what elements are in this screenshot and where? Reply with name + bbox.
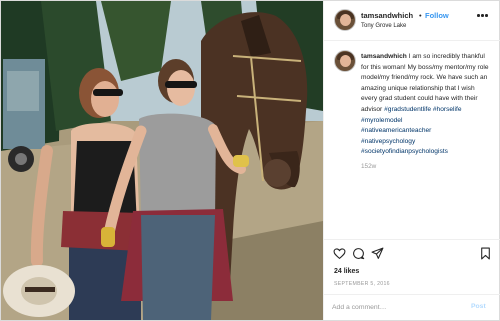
- post-comment-button[interactable]: Post: [471, 303, 486, 310]
- caption-timestamp[interactable]: 152w: [361, 162, 491, 173]
- comment-box: Post: [324, 294, 500, 320]
- heart-icon[interactable]: [333, 247, 346, 260]
- hashtag[interactable]: #nativeamericanteacher: [361, 126, 491, 137]
- hashtag[interactable]: #nativepsychology: [361, 137, 491, 148]
- avatar[interactable]: [334, 9, 356, 31]
- hashtag[interactable]: #gradstudentlife: [384, 106, 431, 113]
- hashtag[interactable]: #societyofindianpsychologists: [361, 147, 491, 158]
- caption-text: I am so incredibly thankful for this wom…: [361, 53, 489, 113]
- username-link[interactable]: tamsandwhich: [361, 11, 413, 20]
- post-actions: 24 likes SEPTEMBER 5, 2016: [324, 239, 500, 294]
- location-link[interactable]: Tony Grove Lake: [361, 23, 406, 29]
- hashtag[interactable]: #horselife: [433, 106, 462, 113]
- post-caption: tamsandwhich I am so incredibly thankful…: [361, 52, 491, 173]
- separator-dot: •: [419, 11, 422, 20]
- instagram-post: tamsandwhich • Follow Tony Grove Lake ta…: [0, 0, 500, 321]
- share-icon[interactable]: [371, 247, 384, 260]
- post-photo-illustration: [1, 1, 323, 320]
- post-date: SEPTEMBER 5, 2016: [334, 281, 390, 287]
- post-photo[interactable]: [1, 1, 323, 320]
- comment-input[interactable]: [332, 300, 460, 315]
- caption-avatar[interactable]: [334, 50, 356, 72]
- bookmark-icon[interactable]: [479, 247, 492, 260]
- comment-icon[interactable]: [352, 247, 365, 260]
- more-options-icon[interactable]: [475, 10, 489, 20]
- follow-button[interactable]: Follow: [425, 11, 449, 20]
- post-side-panel: tamsandwhich • Follow Tony Grove Lake ta…: [323, 1, 500, 320]
- like-count[interactable]: 24 likes: [334, 268, 359, 275]
- hashtag[interactable]: #myrolemodel: [361, 116, 491, 127]
- post-header: tamsandwhich • Follow Tony Grove Lake: [324, 1, 500, 41]
- caption-username[interactable]: tamsandwhich: [361, 53, 407, 60]
